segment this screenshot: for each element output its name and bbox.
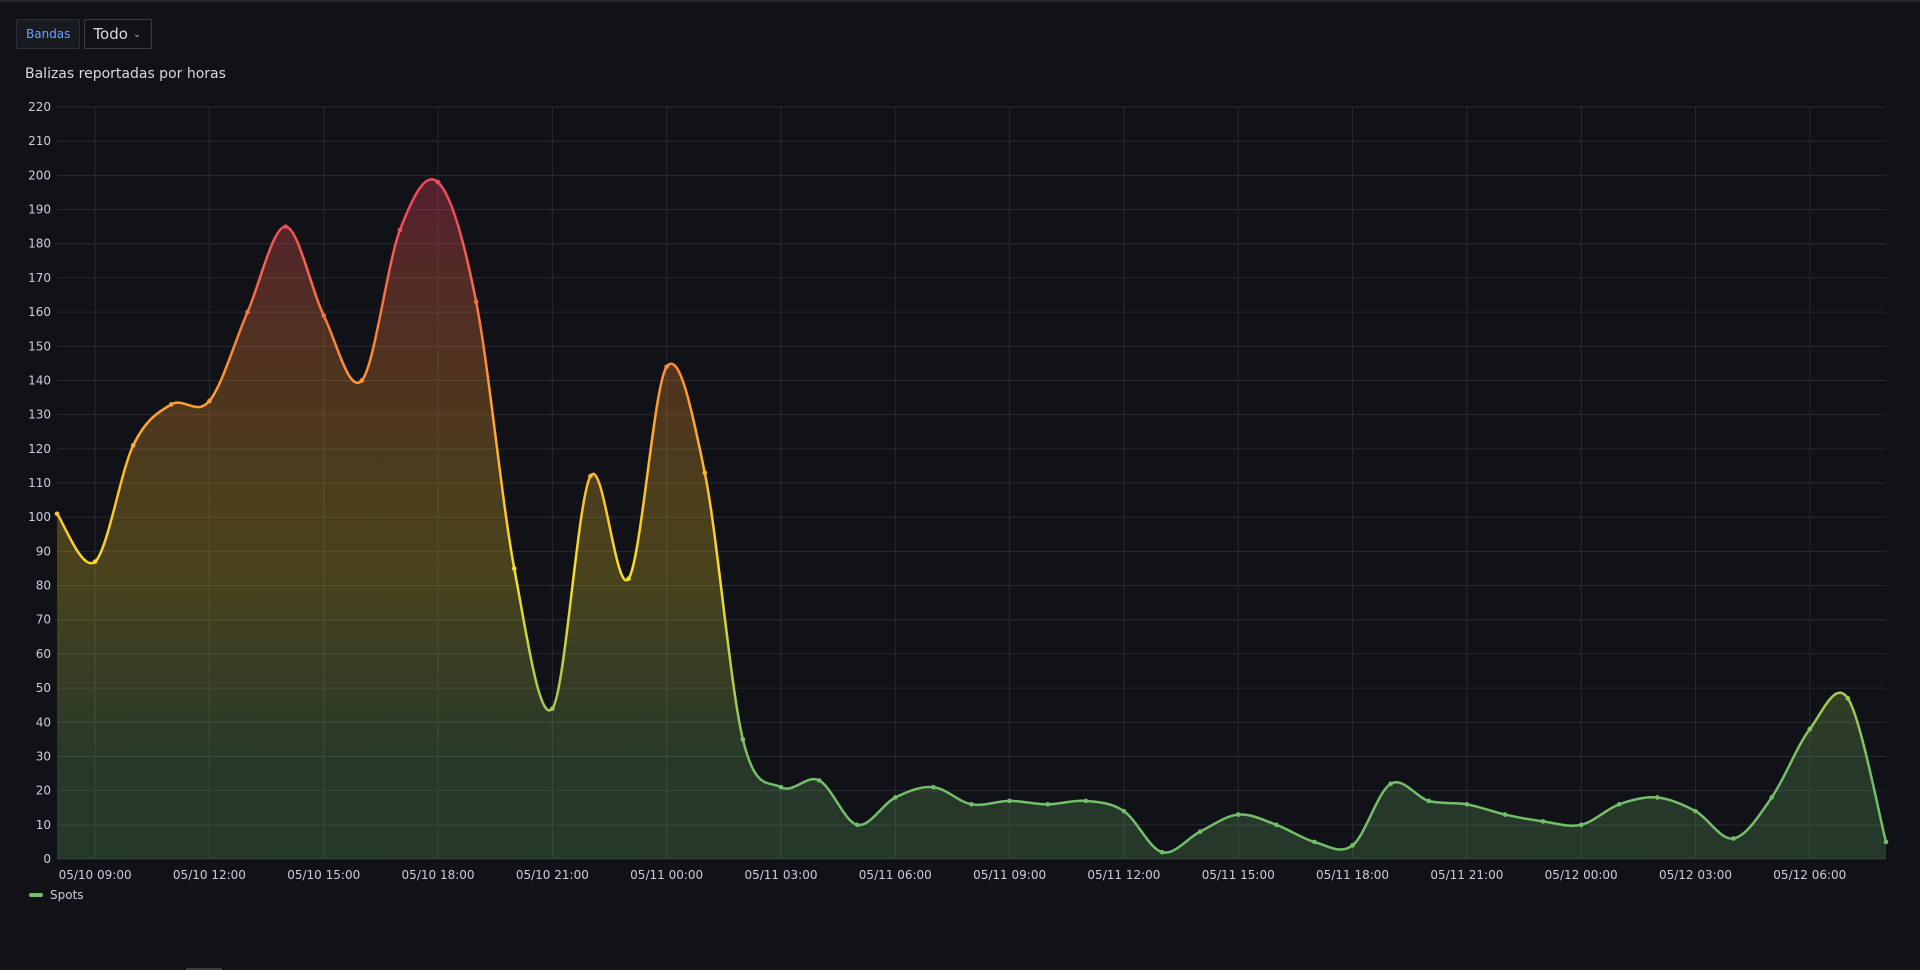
data-point	[1083, 798, 1089, 804]
y-tick-label: 100	[28, 510, 51, 524]
data-point	[1159, 849, 1165, 855]
data-point	[588, 473, 593, 479]
y-tick-label: 160	[28, 305, 51, 319]
data-point	[359, 378, 365, 383]
y-tick-label: 220	[28, 100, 51, 114]
data-point	[740, 737, 746, 742]
data-point	[1578, 822, 1584, 828]
y-tick-label: 40	[36, 715, 51, 729]
data-point	[207, 398, 212, 404]
data-point	[1769, 795, 1774, 800]
y-tick-label: 0	[43, 852, 51, 866]
data-point	[511, 566, 517, 571]
y-tick-label: 70	[36, 613, 51, 627]
data-point	[1693, 808, 1698, 814]
y-tick-label: 90	[36, 544, 51, 558]
data-point	[550, 706, 555, 711]
y-tick-label: 80	[36, 579, 51, 593]
y-tick-label: 170	[28, 271, 51, 285]
data-point	[664, 364, 669, 370]
x-tick-label: 05/11 03:00	[744, 868, 817, 882]
data-point	[435, 179, 441, 185]
x-tick-label: 05/11 00:00	[630, 868, 703, 882]
y-tick-label: 130	[28, 408, 51, 422]
x-tick-label: 05/10 18:00	[402, 868, 475, 882]
data-point	[892, 795, 898, 800]
series-area-spots	[57, 179, 1886, 859]
data-point	[1540, 819, 1546, 824]
data-point	[1807, 726, 1813, 732]
data-point	[92, 559, 98, 564]
data-point	[321, 313, 327, 318]
x-tick-label: 05/11 06:00	[859, 868, 932, 882]
data-point	[1616, 802, 1622, 807]
data-point	[854, 822, 860, 828]
data-point	[1045, 802, 1051, 807]
data-point	[1274, 822, 1279, 828]
data-point	[1426, 798, 1432, 804]
data-point	[1464, 802, 1470, 807]
data-point	[931, 784, 936, 790]
y-tick-label: 140	[28, 373, 51, 387]
y-tick-label: 110	[28, 476, 51, 490]
y-tick-label: 10	[36, 818, 51, 832]
x-tick-label: 05/11 09:00	[973, 868, 1046, 882]
data-point	[1655, 795, 1660, 800]
x-tick-label: 05/10 09:00	[59, 868, 132, 882]
y-tick-label: 50	[36, 681, 51, 695]
legend-item-spots[interactable]: Spots	[29, 888, 84, 902]
x-tick-label: 05/10 15:00	[287, 868, 360, 882]
data-point	[473, 299, 479, 305]
x-tick-label: 05/10 12:00	[173, 868, 246, 882]
y-tick-label: 60	[36, 647, 51, 661]
x-tick-label: 05/12 03:00	[1659, 868, 1732, 882]
timeseries-chart[interactable]: 0 10 20 30 40 50 60 70 80 90 100 110 120 130 140 150 160…	[0, 0, 1920, 970]
data-point	[1312, 839, 1317, 845]
y-tick-label: 30	[36, 749, 51, 763]
data-point	[1388, 781, 1393, 787]
data-point	[1350, 843, 1355, 848]
data-point	[969, 802, 974, 807]
x-tick-label: 05/11 18:00	[1316, 868, 1389, 882]
data-point	[1845, 696, 1851, 701]
data-point	[1007, 798, 1012, 804]
y-tick-label: 120	[28, 442, 51, 456]
data-point	[1197, 829, 1203, 834]
data-point	[1121, 808, 1127, 814]
data-point	[169, 402, 174, 407]
data-point	[1883, 839, 1889, 845]
data-point	[816, 778, 822, 783]
data-point	[1235, 812, 1241, 817]
x-tick-label: 05/11 15:00	[1202, 868, 1275, 882]
data-point	[283, 224, 288, 229]
data-point	[1731, 836, 1736, 841]
data-point	[54, 511, 60, 517]
data-point	[1502, 812, 1508, 817]
y-tick-label: 180	[28, 237, 51, 251]
legend-color-swatch	[29, 893, 43, 897]
data-point	[245, 309, 250, 315]
x-tick-label: 05/10 21:00	[516, 868, 589, 882]
data-point	[702, 470, 708, 476]
y-tick-label: 20	[36, 784, 51, 798]
data-point	[397, 227, 403, 233]
y-tick-label: 190	[28, 203, 51, 217]
data-point	[130, 443, 136, 448]
x-tick-label: 05/12 00:00	[1545, 868, 1618, 882]
y-tick-label: 150	[28, 339, 51, 353]
legend-label: Spots	[50, 888, 84, 902]
y-tick-label: 210	[28, 134, 51, 148]
data-point	[778, 784, 784, 790]
x-tick-label: 05/12 06:00	[1773, 868, 1846, 882]
data-point	[626, 576, 631, 582]
y-tick-label: 200	[28, 168, 51, 182]
x-tick-label: 05/11 21:00	[1430, 868, 1503, 882]
x-tick-label: 05/11 12:00	[1087, 868, 1160, 882]
